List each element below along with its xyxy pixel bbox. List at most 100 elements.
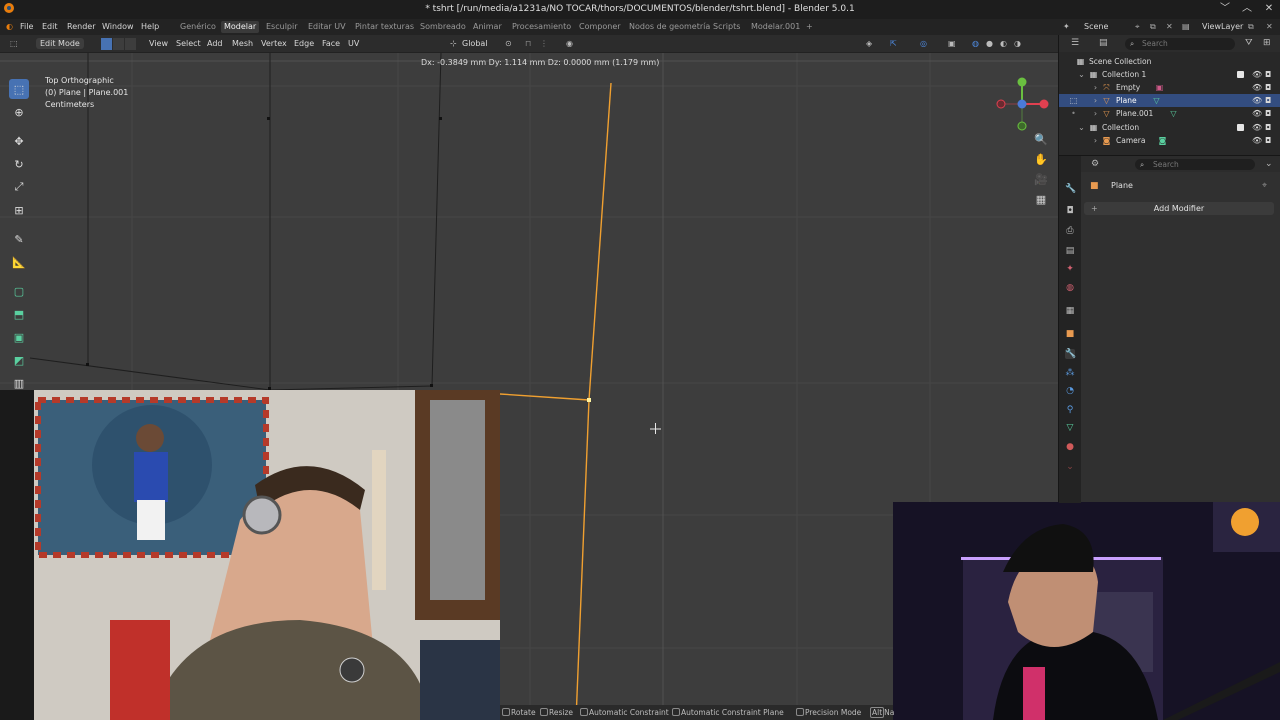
- proportional-edit-icon[interactable]: ◉: [566, 39, 573, 48]
- menu-face[interactable]: Face: [322, 39, 340, 48]
- rotate-icon[interactable]: ↻: [9, 154, 29, 174]
- maximize-button[interactable]: ︿: [1242, 3, 1252, 15]
- scene-remove-icon[interactable]: ✕: [1166, 22, 1173, 31]
- edit-mode-icon[interactable]: ⬚: [1069, 96, 1078, 105]
- eye-icon[interactable]: 👁: [1252, 121, 1262, 134]
- editor-type-icon[interactable]: ⬚: [10, 39, 18, 48]
- chevron-right-icon[interactable]: ›: [1091, 96, 1100, 105]
- grid-toggle-icon[interactable]: ▦: [1033, 193, 1049, 213]
- add-modifier-button[interactable]: + Add Modifier: [1084, 202, 1274, 215]
- pin-icon[interactable]: ⌖: [1262, 181, 1267, 191]
- tab-modelar-001[interactable]: Modelar.001: [751, 22, 800, 31]
- tab-modelar[interactable]: Modelar: [221, 21, 260, 33]
- scene-new-icon[interactable]: ⧉: [1150, 22, 1156, 32]
- menu-window[interactable]: Window: [102, 22, 134, 31]
- render-icon[interactable]: ◘: [1265, 94, 1271, 107]
- chevron-down-icon[interactable]: ⌄: [1077, 123, 1086, 132]
- physics-tab-icon[interactable]: ◔: [1065, 386, 1075, 396]
- xray-icon[interactable]: ▣: [948, 39, 956, 48]
- world-tab-icon[interactable]: ◍: [1065, 283, 1075, 293]
- constraints-tab-icon[interactable]: ⚲: [1065, 405, 1075, 415]
- render-icon[interactable]: ◘: [1265, 107, 1271, 120]
- view-layer-tab-icon[interactable]: ▤: [1065, 246, 1075, 256]
- viewlayer-selector[interactable]: ViewLayer: [1202, 22, 1243, 31]
- eye-icon[interactable]: 👁: [1252, 94, 1262, 107]
- properties-search-input[interactable]: ⌕ Search: [1135, 159, 1255, 170]
- chevron-right-icon[interactable]: ›: [1091, 83, 1100, 92]
- render-icon[interactable]: ◘: [1265, 121, 1271, 134]
- tab-nodos-geometria[interactable]: Nodos de geometría: [629, 22, 710, 31]
- face-select-icon[interactable]: [125, 38, 137, 50]
- measure-icon[interactable]: 📐: [9, 252, 29, 272]
- render-tab-icon[interactable]: ◘: [1065, 206, 1075, 216]
- annotate-icon[interactable]: ✎: [9, 229, 29, 249]
- exclude-checkbox[interactable]: [1237, 71, 1244, 78]
- menu-vertex[interactable]: Vertex: [261, 39, 287, 48]
- camera-view-icon[interactable]: 🎥: [1033, 173, 1049, 193]
- navigation-gizmo[interactable]: [994, 73, 1054, 133]
- properties-options-icon[interactable]: ⌄: [1265, 159, 1273, 169]
- outliner-row-collection[interactable]: ⌄ ▦ Collection 👁 ◘: [1059, 121, 1280, 134]
- tab-procesamiento[interactable]: Procesamiento: [512, 22, 571, 31]
- display-mode-icon[interactable]: ▤: [1099, 38, 1108, 48]
- tab-esculpir[interactable]: Esculpir: [266, 22, 298, 31]
- tab-sombreado[interactable]: Sombreado: [420, 22, 466, 31]
- new-collection-icon[interactable]: ⊞: [1263, 38, 1271, 48]
- object-tab-icon[interactable]: ■: [1065, 329, 1075, 339]
- collection-tab-icon[interactable]: ▦: [1065, 306, 1075, 316]
- properties-editor-icon[interactable]: ⚙: [1091, 159, 1099, 169]
- mode-selector[interactable]: Edit Mode: [36, 38, 84, 49]
- material-tab-icon[interactable]: ●: [1065, 442, 1075, 452]
- eye-icon[interactable]: 👁: [1252, 134, 1262, 147]
- eye-icon[interactable]: 👁: [1252, 107, 1262, 120]
- tab-scripts[interactable]: Scripts: [713, 22, 740, 31]
- menu-edge[interactable]: Edge: [294, 39, 314, 48]
- menu-select[interactable]: Select: [176, 39, 201, 48]
- eye-icon[interactable]: 👁: [1252, 81, 1262, 94]
- select-box-icon[interactable]: ⬚: [9, 79, 29, 99]
- chevron-right-icon[interactable]: ›: [1091, 109, 1100, 118]
- tab-generico[interactable]: Genérico: [180, 22, 216, 31]
- snap-icon[interactable]: ⊓: [525, 39, 531, 48]
- edit-mode-dot-icon[interactable]: •: [1069, 109, 1078, 118]
- menu-add[interactable]: Add: [207, 39, 223, 48]
- pan-hand-icon[interactable]: ✋: [1033, 153, 1049, 173]
- tool-tab-icon[interactable]: 🔧: [1065, 184, 1076, 194]
- minimize-button[interactable]: ﹀: [1220, 3, 1230, 15]
- scene-pin-icon[interactable]: ⌖: [1135, 22, 1140, 32]
- texture-tab-icon[interactable]: ⌄: [1065, 462, 1075, 472]
- tab-animar[interactable]: Animar: [473, 22, 502, 31]
- outliner-search-input[interactable]: ⌕ Search: [1125, 38, 1235, 50]
- scene-tab-icon[interactable]: ✦: [1065, 264, 1075, 274]
- menu-help[interactable]: Help: [141, 22, 159, 31]
- modifiers-tab-icon[interactable]: 🔧: [1065, 349, 1076, 359]
- transform-icon[interactable]: ⊞: [9, 200, 29, 220]
- rendered-shading-icon[interactable]: ◑: [1014, 39, 1021, 48]
- exclude-checkbox[interactable]: [1237, 124, 1244, 131]
- pivot-icon[interactable]: ⊙: [505, 39, 512, 48]
- outliner-row-empty[interactable]: › ⤧ Empty ▣ 👁 ◘: [1059, 81, 1280, 94]
- tab-componer[interactable]: Componer: [579, 22, 621, 31]
- menu-uv[interactable]: UV: [348, 39, 359, 48]
- outliner-row-camera[interactable]: › ◙ Camera ◙ 👁 ◘: [1059, 134, 1280, 147]
- eye-icon[interactable]: 👁: [1252, 68, 1262, 81]
- vertex-select-icon[interactable]: [101, 38, 113, 50]
- menu-render[interactable]: Render: [67, 22, 95, 31]
- viewlayer-remove-icon[interactable]: ✕: [1266, 22, 1273, 31]
- orientation-selector[interactable]: Global: [462, 39, 488, 48]
- edge-select-icon[interactable]: [113, 38, 125, 50]
- tab-pintar-texturas[interactable]: Pintar texturas: [355, 22, 414, 31]
- chevron-down-icon[interactable]: ⌄: [1077, 70, 1086, 79]
- menu-edit[interactable]: Edit: [42, 22, 58, 31]
- scale-icon[interactable]: ⤢: [9, 177, 29, 197]
- render-icon[interactable]: ◘: [1265, 68, 1271, 81]
- add-cube-icon[interactable]: ▢: [9, 281, 29, 301]
- data-tab-icon[interactable]: ▽: [1065, 423, 1075, 433]
- close-button[interactable]: ✕: [1264, 3, 1274, 15]
- bevel-icon[interactable]: ◩: [9, 350, 29, 370]
- inset-icon[interactable]: ▣: [9, 327, 29, 347]
- outliner-row-scene-collection[interactable]: ▦ Scene Collection: [1059, 55, 1280, 68]
- menu-view[interactable]: View: [149, 39, 168, 48]
- particles-tab-icon[interactable]: ⁂: [1065, 368, 1075, 378]
- extrude-icon[interactable]: ⬒: [9, 304, 29, 324]
